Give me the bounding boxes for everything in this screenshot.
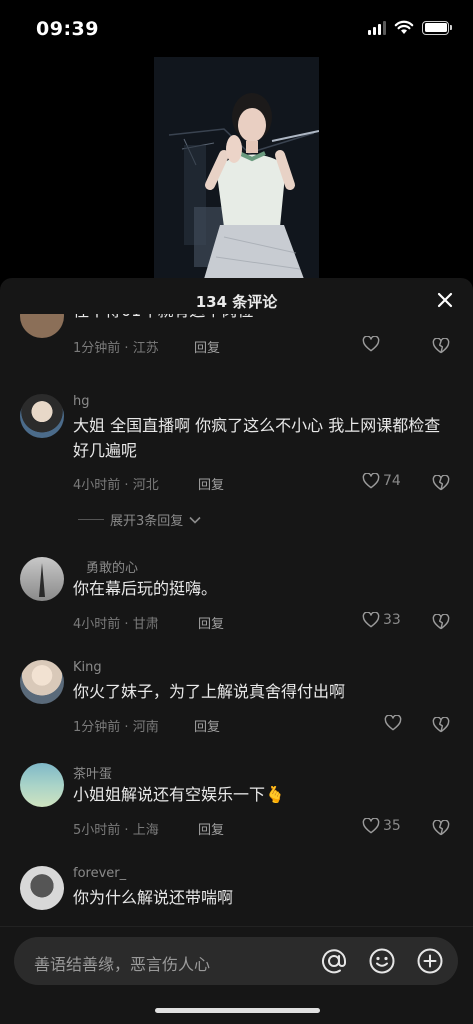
heart-icon [384, 715, 402, 731]
comment-text: 你在幕后玩的挺嗨。 [73, 579, 218, 598]
status-time: 09:39 [36, 18, 99, 40]
comment-sheet: 134 条评论 怪不得01年就有这个岗位 1分钟前 · 江苏 回复 hg 大姐 … [0, 278, 473, 1024]
heart-icon [362, 473, 380, 489]
comment-author[interactable]: hg [73, 394, 90, 409]
like-button[interactable] [384, 715, 405, 731]
home-indicator [155, 1008, 320, 1013]
heart-icon [362, 336, 380, 352]
comment-text: 大姐 全国直播啊 你疯了这么不小心 我上网课都检查好几遍呢 [73, 416, 441, 460]
avatar[interactable] [20, 866, 64, 910]
comment-meta: 1分钟前 · 江苏 [73, 341, 159, 356]
comment-count-title: 134 条评论 [195, 293, 278, 311]
comment-text: 你为什么解说还带喘啊 [73, 888, 234, 907]
cellular-signal-icon [368, 20, 386, 35]
comment-time: 4小时前 [73, 617, 121, 632]
broken-heart-icon[interactable] [432, 820, 450, 836]
like-button[interactable]: 74 [362, 473, 401, 489]
broken-heart-icon[interactable] [432, 717, 450, 733]
comment-text: 你火了妹子，为了上解说真舍得付出啊 [73, 682, 346, 701]
avatar[interactable] [20, 394, 64, 438]
broken-heart-icon[interactable] [432, 475, 450, 491]
reply-button[interactable]: 回复 [194, 337, 220, 356]
avatar[interactable] [20, 660, 64, 704]
comment-input-placeholder: 善语结善缘，恶言伤人心 [34, 955, 211, 974]
comment-meta: 5小时前 · 上海 [73, 823, 159, 838]
video-preview[interactable] [154, 57, 319, 279]
broken-heart-icon[interactable] [432, 614, 450, 630]
comment-item: hg 大姐 全国直播啊 你疯了这么不小心 我上网课都检查好几遍呢 4小时前 · … [0, 394, 473, 534]
comment-meta: 4小时前 · 河北 [73, 478, 159, 493]
comment-item: 怪不得01年就有这个岗位 1分钟前 · 江苏 回复 [0, 314, 473, 356]
comment-author[interactable]: 茶叶蛋 [73, 763, 112, 782]
at-icon[interactable] [320, 947, 348, 975]
comment-author[interactable]: 勇敢的心 [86, 557, 138, 576]
comment-location: 河北 [132, 478, 159, 493]
reply-button[interactable]: 回复 [198, 474, 224, 493]
comment-input[interactable]: 善语结善缘，恶言伤人心 [14, 937, 458, 985]
close-icon[interactable] [435, 290, 455, 310]
avatar[interactable] [20, 763, 64, 807]
comment-meta: 1分钟前 · 河南 [73, 720, 159, 735]
comment-item: King 你火了妹子，为了上解说真舍得付出啊 1分钟前 · 河南 回复 [0, 660, 473, 740]
broken-heart-icon[interactable] [432, 338, 450, 354]
comment-time: 1分钟前 [73, 341, 121, 356]
comment-text: 小姐姐解说还有空娱乐一下🫰 [73, 785, 285, 804]
comment-time: 1分钟前 [73, 720, 121, 735]
like-count: 33 [383, 612, 401, 628]
like-count: 35 [383, 818, 401, 834]
status-bar: 09:39 [0, 0, 473, 58]
wifi-icon [394, 20, 414, 34]
reply-button[interactable]: 回复 [198, 819, 224, 838]
like-button[interactable] [362, 336, 383, 352]
comment-time: 5小时前 [73, 823, 121, 838]
reply-button[interactable]: 回复 [194, 716, 220, 735]
chevron-down-icon [189, 516, 201, 524]
comment-item: 勇敢的心 你在幕后玩的挺嗨。 4小时前 · 甘肃 回复 33 [0, 557, 473, 637]
comment-text: 怪不得01年就有这个岗位 [73, 314, 453, 323]
heart-icon [362, 612, 380, 628]
avatar[interactable] [20, 557, 64, 601]
like-count: 74 [383, 473, 401, 489]
avatar[interactable] [20, 314, 64, 338]
video-frame-image [154, 57, 319, 279]
like-button[interactable]: 35 [362, 818, 401, 834]
plus-circle-icon[interactable] [416, 947, 444, 975]
expand-replies-button[interactable]: 展开3条回复 [78, 510, 201, 529]
comment-author[interactable]: forever_ [73, 866, 126, 881]
heart-icon [362, 818, 380, 834]
comment-author[interactable]: King [73, 660, 102, 675]
battery-icon [422, 20, 452, 35]
smile-icon[interactable] [368, 947, 396, 975]
expand-replies-label: 展开3条回复 [110, 514, 184, 529]
comment-list[interactable]: 怪不得01年就有这个岗位 1分钟前 · 江苏 回复 hg 大姐 全国直播啊 你疯… [0, 314, 473, 926]
comment-location: 上海 [132, 823, 159, 838]
comment-location: 江苏 [132, 341, 159, 356]
comment-item: 茶叶蛋 小姐姐解说还有空娱乐一下🫰 5小时前 · 上海 回复 35 [0, 763, 473, 843]
like-button[interactable]: 33 [362, 612, 401, 628]
comment-time: 4小时前 [73, 478, 121, 493]
comment-location: 河南 [132, 720, 159, 735]
comment-location: 甘肃 [132, 617, 159, 632]
comment-item: forever_ 你为什么解说还带喘啊 [0, 866, 473, 926]
reply-button[interactable]: 回复 [198, 613, 224, 632]
comment-meta: 4小时前 · 甘肃 [73, 617, 159, 632]
status-icons [368, 20, 452, 35]
